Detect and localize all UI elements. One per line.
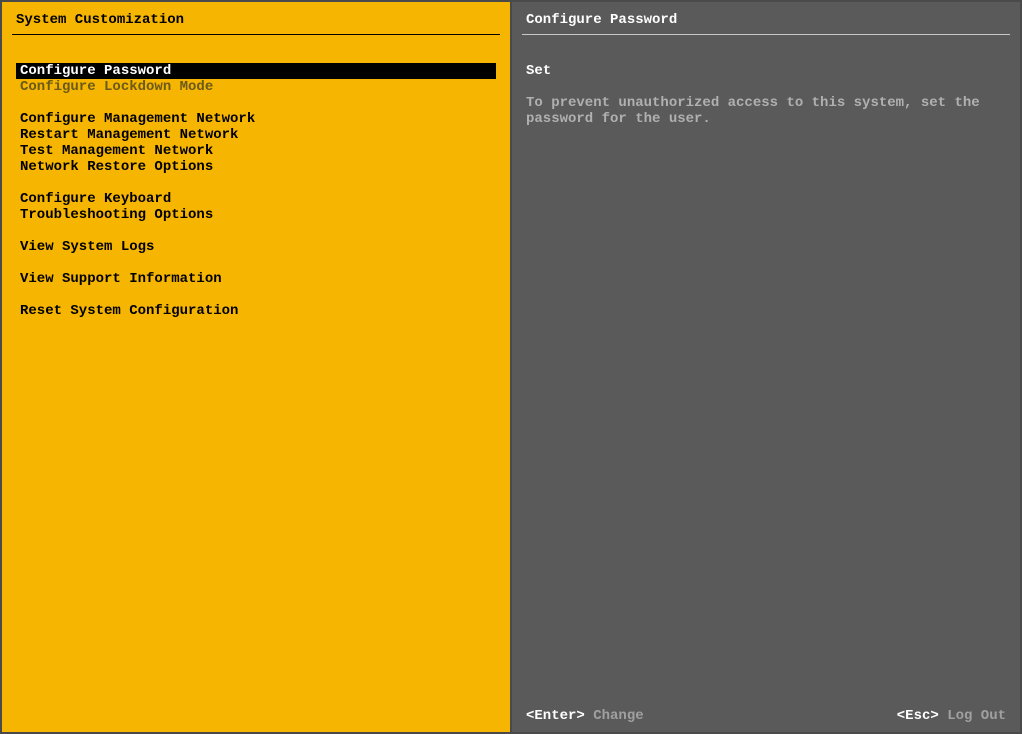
menu-group: Configure PasswordConfigure Lockdown Mod… — [16, 63, 496, 95]
menu-group: Reset System Configuration — [16, 303, 496, 319]
right-panel: Configure Password Set To prevent unauth… — [512, 2, 1020, 732]
footer-bar: <Enter> Change <Esc> Log Out — [512, 702, 1020, 732]
menu-item-configure-password[interactable]: Configure Password — [16, 63, 496, 79]
right-title: Configure Password — [512, 2, 1020, 34]
footer-esc: <Esc> Log Out — [897, 708, 1006, 724]
menu-item-test-management-network[interactable]: Test Management Network — [16, 143, 496, 159]
description-text: To prevent unauthorized access to this s… — [526, 95, 1006, 127]
dcui-window: System Customization Configure PasswordC… — [0, 0, 1022, 734]
menu-item-configure-lockdown-mode: Configure Lockdown Mode — [16, 79, 496, 95]
menu-item-reset-system-configuration[interactable]: Reset System Configuration — [16, 303, 496, 319]
esc-key-label: <Esc> — [897, 708, 939, 724]
menu-item-view-system-logs[interactable]: View System Logs — [16, 239, 496, 255]
menu-item-configure-keyboard[interactable]: Configure Keyboard — [16, 191, 496, 207]
menu-item-configure-management-network[interactable]: Configure Management Network — [16, 111, 496, 127]
menu-item-restart-management-network[interactable]: Restart Management Network — [16, 127, 496, 143]
enter-action-label: Change — [593, 708, 643, 724]
menu-group: View System Logs — [16, 239, 496, 255]
menu-item-troubleshooting-options[interactable]: Troubleshooting Options — [16, 207, 496, 223]
status-text: Set — [526, 63, 1006, 79]
esc-action-label: Log Out — [947, 708, 1006, 724]
menu-item-view-support-information[interactable]: View Support Information — [16, 271, 496, 287]
enter-key-label: <Enter> — [526, 708, 585, 724]
menu-group: View Support Information — [16, 271, 496, 287]
left-panel: System Customization Configure PasswordC… — [2, 2, 512, 732]
menu-body: Configure PasswordConfigure Lockdown Mod… — [2, 35, 510, 335]
menu-item-network-restore-options[interactable]: Network Restore Options — [16, 159, 496, 175]
menu-group: Configure Management NetworkRestart Mana… — [16, 111, 496, 175]
left-title: System Customization — [2, 2, 510, 34]
detail-body: Set To prevent unauthorized access to th… — [512, 35, 1020, 702]
menu-group: Configure KeyboardTroubleshooting Option… — [16, 191, 496, 223]
footer-enter: <Enter> Change — [526, 708, 644, 724]
